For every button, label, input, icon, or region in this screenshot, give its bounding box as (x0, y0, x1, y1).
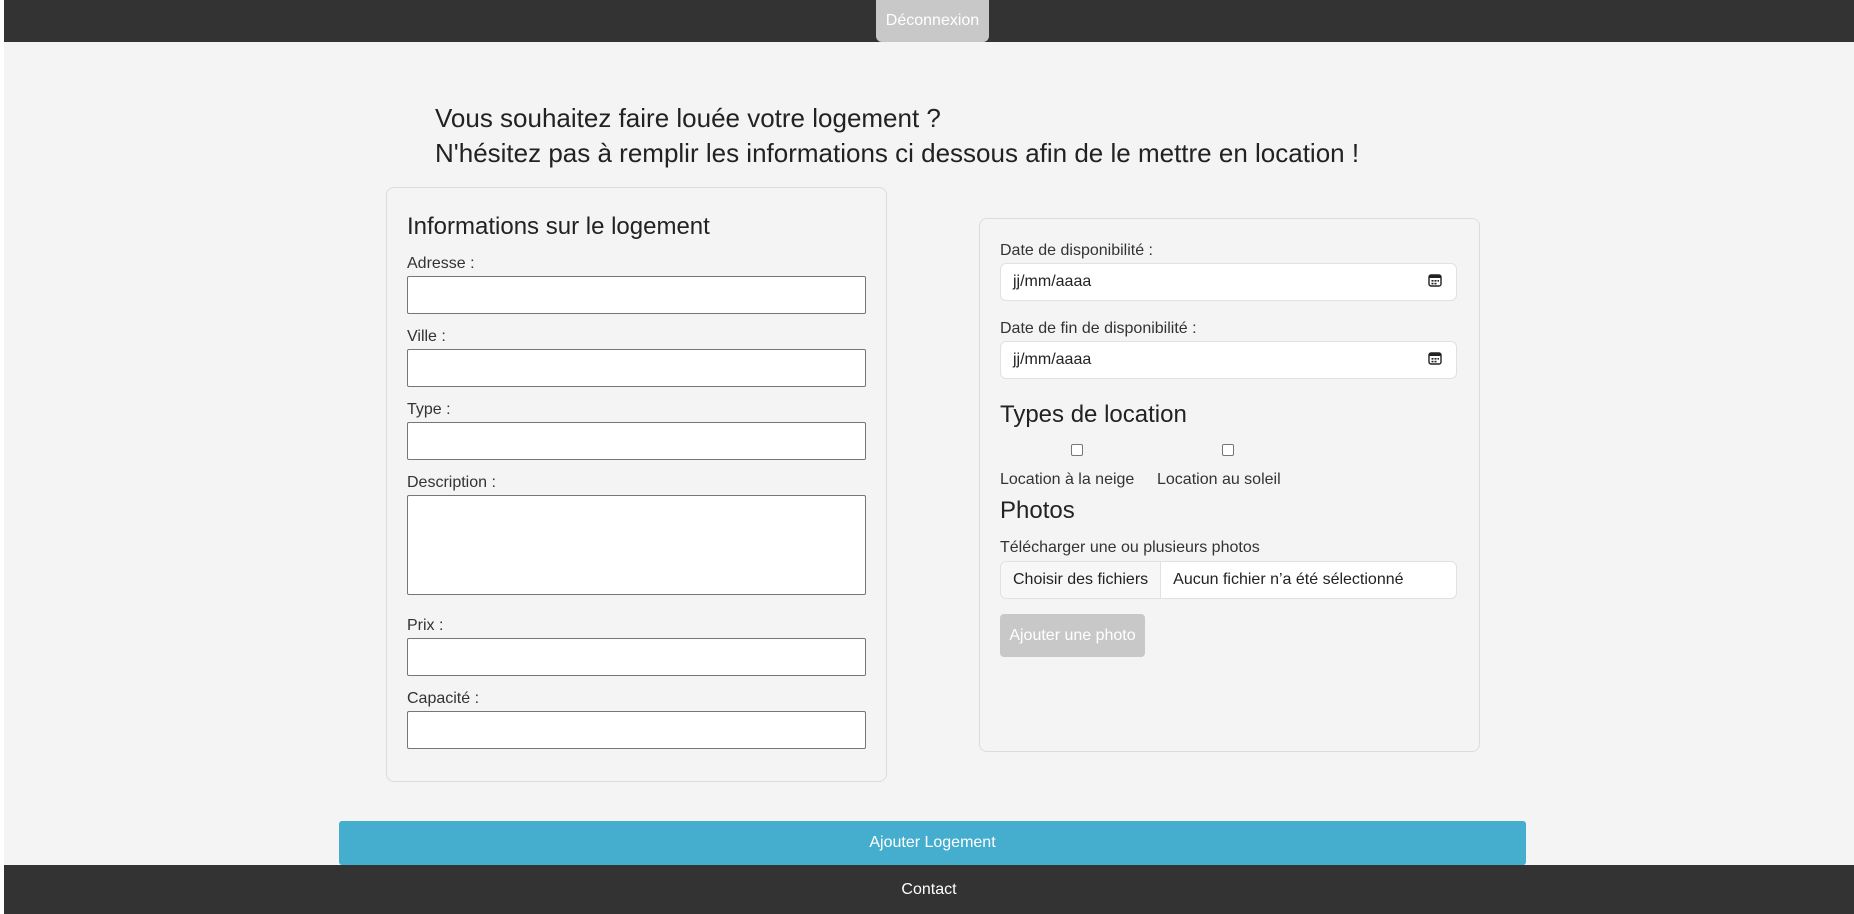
snow-rental-label: Location à la neige (1000, 471, 1135, 488)
end-date-input[interactable]: jj/mm/aaaa (1000, 341, 1457, 379)
city-input[interactable] (407, 349, 866, 387)
address-label: Adresse : (407, 255, 475, 272)
availability-card: Date de disponibilité : jj/mm/aaaa Date … (979, 218, 1480, 752)
intro-line-1: Vous souhaitez faire louée votre logemen… (435, 103, 941, 133)
footer: Contact (4, 865, 1854, 914)
capacity-input[interactable] (407, 711, 866, 749)
housing-info-card: Informations sur le logement Adresse : V… (386, 187, 887, 782)
rental-types-title: Types de location (1000, 401, 1187, 428)
file-status-text: Aucun fichier n’a été sélectionné (1173, 571, 1404, 588)
sun-rental-checkbox[interactable] (1222, 444, 1234, 456)
price-label: Prix : (407, 617, 444, 634)
type-label: Type : (407, 401, 451, 418)
calendar-icon[interactable] (1428, 351, 1442, 370)
choose-files-button[interactable]: Choisir des fichiers (1001, 562, 1162, 598)
start-date-label: Date de disponibilité : (1000, 242, 1153, 259)
description-textarea[interactable] (407, 495, 866, 595)
start-date-input[interactable]: jj/mm/aaaa (1000, 263, 1457, 301)
capacity-label: Capacité : (407, 690, 480, 707)
housing-info-title: Informations sur le logement (407, 213, 710, 240)
type-input[interactable] (407, 422, 866, 460)
logout-button[interactable]: Déconnexion (876, 0, 989, 42)
city-label: Ville : (407, 328, 446, 345)
end-date-placeholder: jj/mm/aaaa (1013, 351, 1092, 368)
price-input[interactable] (407, 638, 866, 676)
add-housing-button[interactable]: Ajouter Logement (339, 821, 1526, 865)
photos-title: Photos (1000, 497, 1075, 524)
intro-line-2: N'hésitez pas à remplir les informations… (435, 138, 1360, 168)
start-date-placeholder: jj/mm/aaaa (1013, 273, 1092, 290)
description-label: Description : (407, 474, 496, 491)
contact-link[interactable]: Contact (901, 881, 956, 899)
calendar-icon[interactable] (1428, 273, 1442, 292)
snow-rental-checkbox[interactable] (1071, 444, 1083, 456)
add-photo-button[interactable]: Ajouter une photo (1000, 614, 1145, 657)
sun-rental-label: Location au soleil (1157, 471, 1281, 488)
photo-file-input[interactable]: Choisir des fichiers Aucun fichier n’a é… (1000, 561, 1457, 599)
photo-upload-label: Télécharger une ou plusieurs photos (1000, 539, 1260, 556)
intro-text: Vous souhaitez faire louée votre logemen… (435, 101, 1359, 171)
end-date-label: Date de fin de disponibilité : (1000, 320, 1197, 337)
address-input[interactable] (407, 276, 866, 314)
